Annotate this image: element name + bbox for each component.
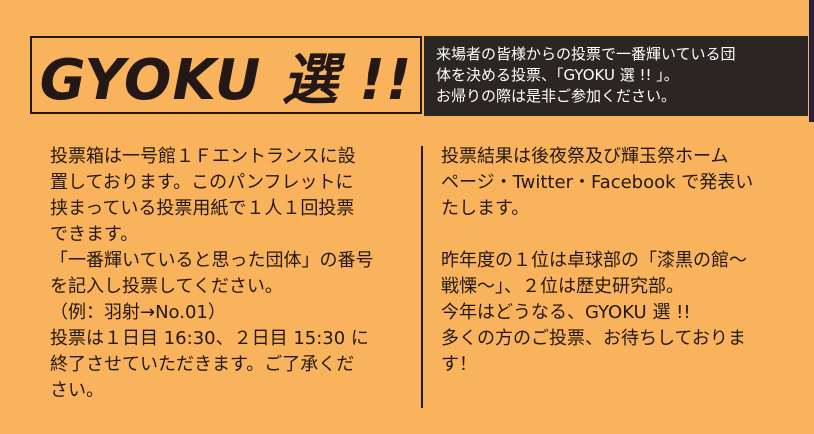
last-year-line: 多くの方のご投票、お待ちしておりま	[441, 328, 746, 349]
last-year-line: す！	[441, 354, 477, 375]
intro-box: 来場者の皆様からの投票で一番輝いている団 体を決める投票、「GYOKU 選 !!…	[424, 36, 808, 116]
results-line: 投票結果は後夜祭及び輝玉祭ホーム	[441, 146, 729, 167]
column-divider	[421, 146, 423, 408]
page-title: GYOKU 選 !!	[39, 47, 413, 113]
instruction-line: 「一番輝いていると思った団体」の番号	[50, 250, 374, 271]
last-year-line: 戦慄〜」、２位は歴史研究部。	[441, 276, 684, 297]
header: GYOKU 選 !! 来場者の皆様からの投票で一番輝いている団 体を決める投票、…	[30, 36, 808, 118]
intro-line: 体を決める投票、「GYOKU 選 !! 」。	[436, 66, 679, 84]
instruction-line: できます。	[50, 224, 139, 245]
intro-line: お帰りの際は是非ご参加ください。	[436, 87, 677, 105]
intro-line: 来場者の皆様からの投票で一番輝いている団	[436, 45, 736, 63]
instruction-line: さい。	[50, 380, 104, 401]
instruction-line: を記入し投票してください。	[50, 276, 283, 297]
edge-accent-bar	[809, 0, 814, 122]
results-line: たします。	[441, 198, 530, 219]
instruction-line: 投票箱は一号館１Ｆエントランスに設	[50, 146, 356, 167]
last-year-line: 今年はどうなる、GYOKU 選 !!	[441, 302, 691, 323]
instruction-line: 置しております。このパンフレットに	[50, 172, 354, 193]
voting-instructions: 投票箱は一号館１Ｆエントランスに設 置しております。このパンフレットに 挟まって…	[50, 144, 405, 404]
instruction-line: 終了させていただきます。ご了承くだ	[50, 354, 355, 375]
instruction-line: （例：羽射→No.01）	[50, 302, 226, 323]
instruction-line: 挟まっている投票用紙で１人１回投票	[50, 198, 355, 219]
results-line: ページ・Twitter・Facebook で発表い	[441, 172, 754, 193]
title-box: GYOKU 選 !!	[30, 36, 422, 114]
instruction-line: 投票は１日目 16:30、２日目 15:30 に	[50, 328, 369, 349]
last-year-line: 昨年度の１位は卓球部の「漆黒の館〜	[441, 250, 747, 271]
results-info: 投票結果は後夜祭及び輝玉祭ホーム ページ・Twitter・Facebook で発…	[441, 144, 796, 378]
